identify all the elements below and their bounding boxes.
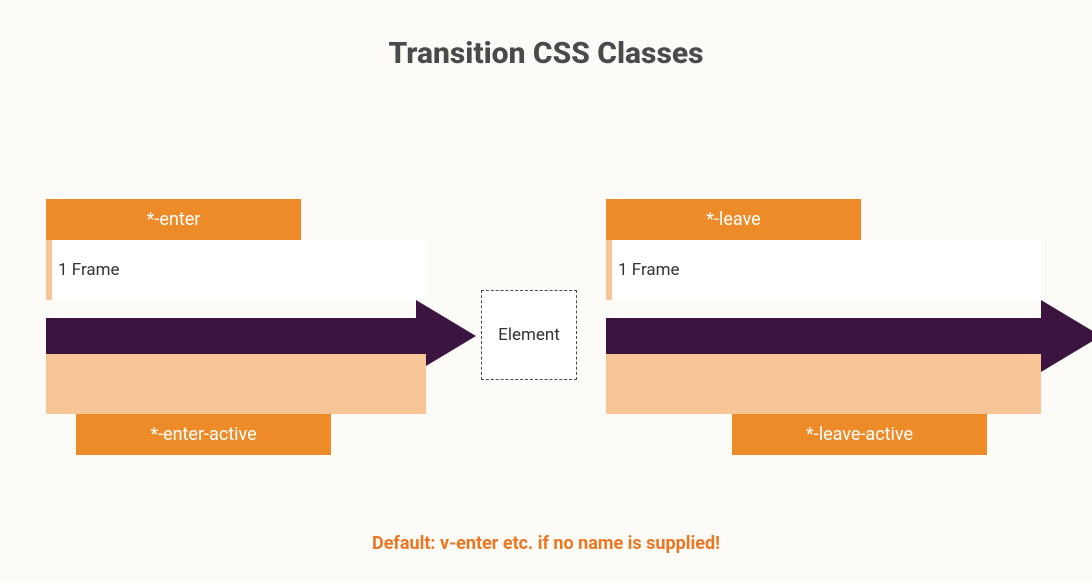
leave-active-class-label: *-leave-active — [732, 414, 987, 455]
arrow-stem — [606, 318, 1041, 354]
arrow-head-icon — [1041, 300, 1092, 372]
enter-active-bar — [46, 354, 426, 414]
leave-frame-box: 1 Frame — [606, 240, 1041, 300]
enter-class-text: *-enter — [147, 209, 201, 230]
enter-frame-box: 1 Frame — [46, 240, 426, 300]
leave-class-text: *-leave — [706, 209, 760, 230]
element-label: Element — [498, 325, 560, 345]
enter-class-label: *-enter — [46, 199, 301, 240]
leave-active-class-text: *-leave-active — [806, 424, 913, 445]
leave-class-label: *-leave — [606, 199, 861, 240]
default-naming-note: Default: v-enter etc. if no name is supp… — [0, 533, 1092, 554]
enter-active-class-text: *-enter-active — [150, 424, 256, 445]
leave-active-bar — [606, 354, 1041, 414]
enter-active-class-label: *-enter-active — [76, 414, 331, 455]
element-box: Element — [481, 290, 577, 380]
arrow-stem — [46, 318, 416, 354]
leave-frame-text: 1 Frame — [618, 260, 680, 280]
enter-frame-text: 1 Frame — [58, 260, 120, 280]
diagram-title: Transition CSS Classes — [0, 36, 1092, 71]
